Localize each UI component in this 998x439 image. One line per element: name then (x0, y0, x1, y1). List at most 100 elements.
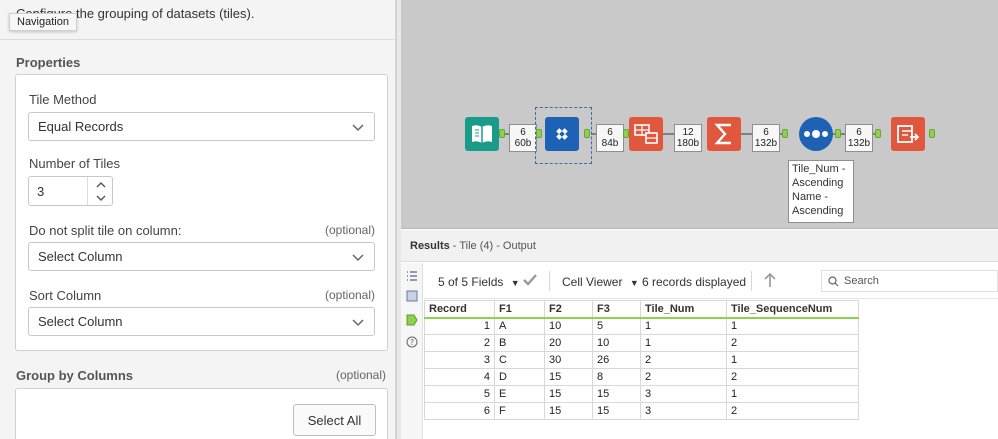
navigation-tooltip: Navigation (9, 13, 77, 31)
data-tag-icon[interactable] (406, 314, 418, 326)
table-view-icon[interactable] (406, 290, 418, 302)
chevron-down-icon (352, 124, 364, 132)
table-row[interactable]: 3 C 30 26 2 1 (424, 351, 859, 369)
badge-count: 6 (856, 127, 862, 138)
workflow-canvas[interactable]: 6 60b 6 84b 12 180b 6 132b 6 132b Tile_N… (401, 0, 998, 229)
column-header[interactable]: Tile_SequenceNum (726, 300, 859, 319)
results-subtitle: - Tile (4) - Output (449, 240, 536, 252)
output-anchor[interactable] (835, 129, 841, 138)
fields-label: 5 of 5 Fields (438, 275, 504, 289)
table-cell: F (494, 402, 545, 420)
badge-count: 6 (763, 127, 769, 138)
tile-icon (553, 125, 571, 143)
output-anchor[interactable] (929, 129, 935, 138)
table-row[interactable]: 2 B 20 10 1 2 (424, 334, 859, 352)
input-data-tool[interactable] (465, 117, 499, 151)
number-of-tiles-label: Number of Tiles (29, 156, 121, 171)
badge-count: 6 (520, 127, 526, 138)
table-cell: 2 (726, 368, 859, 386)
annotation-line: Tile_Num - (792, 163, 846, 175)
number-of-tiles-stepper[interactable]: 3 (28, 176, 113, 206)
table-cell: 4 (424, 368, 495, 386)
table-cell: 10 (592, 334, 641, 352)
summarize-tool[interactable] (707, 117, 741, 151)
column-header[interactable]: Tile_Num (640, 300, 727, 319)
badge-size: 60b (514, 138, 532, 149)
cell-viewer-dropdown[interactable]: Cell Viewer ▼ (562, 275, 639, 289)
output-anchor[interactable] (584, 129, 590, 138)
table-cell: C (494, 351, 545, 369)
fields-dropdown[interactable]: 5 of 5 Fields ▼ (438, 275, 520, 289)
input-anchor[interactable] (875, 129, 881, 138)
record-count-badge: 6 84b (596, 124, 624, 152)
table-row[interactable]: 1 A 10 5 1 1 (424, 317, 859, 335)
scroll-to-top-icon[interactable] (763, 272, 777, 291)
table-cell: 5 (592, 317, 641, 335)
search-placeholder: Search (844, 275, 879, 287)
results-toolbar: 5 of 5 Fields ▼ Cell Viewer ▼ 6 records … (424, 263, 998, 299)
output-icon (897, 125, 920, 143)
tile-method-select[interactable]: Equal Records (28, 112, 375, 141)
badge-size: 84b (601, 138, 619, 149)
table-cell: 6 (424, 402, 495, 420)
sort-annotation: Tile_Num - Ascending Name - Ascending (788, 160, 854, 223)
badge-size: 132b (754, 138, 778, 149)
search-icon (828, 276, 839, 287)
select-all-button[interactable]: Select All (293, 404, 376, 436)
table-row[interactable]: 4 D 15 8 2 2 (424, 368, 859, 386)
record-count-badge: 6 132b (845, 124, 873, 152)
table-cell: 26 (592, 351, 641, 369)
input-anchor[interactable] (782, 129, 788, 138)
table-row[interactable]: 5 E 15 15 3 1 (424, 385, 859, 403)
results-panel: Results - Tile (4) - Output ? 5 of 5 Fie… (401, 230, 998, 439)
table-cell: B (494, 334, 545, 352)
group-by-optional: (optional) (335, 368, 386, 382)
summarize-icon (714, 123, 731, 145)
sort-column-label: Sort Column (29, 288, 102, 303)
apply-checkmark-icon[interactable] (522, 273, 538, 290)
dropdown-arrow-icon: ▼ (510, 278, 520, 288)
output-tool[interactable] (891, 117, 925, 151)
no-split-label: Do not split tile on column: (29, 223, 182, 238)
transpose-tool[interactable] (629, 117, 663, 151)
sort-column-select[interactable]: Select Column (28, 307, 375, 336)
svg-text:?: ? (410, 338, 414, 347)
results-sidebar: ? (401, 263, 423, 439)
column-header[interactable]: Record (424, 300, 495, 319)
output-anchor[interactable] (499, 129, 505, 138)
annotation-line: Name - (792, 191, 829, 203)
record-count-badge: 6 132b (752, 124, 780, 152)
stepper-buttons (87, 177, 113, 205)
stepper-down-button[interactable] (88, 191, 113, 205)
column-header[interactable]: F3 (592, 300, 641, 319)
tile-tool[interactable] (545, 117, 579, 151)
table-cell: 5 (424, 385, 495, 403)
results-table: Record F1 F2 F3 Tile_Num Tile_SequenceNu… (424, 300, 859, 420)
table-cell: 15 (592, 402, 641, 420)
table-cell: 15 (544, 402, 593, 420)
no-split-select[interactable]: Select Column (28, 242, 375, 271)
dropdown-arrow-icon: ▼ (629, 278, 639, 288)
column-header[interactable]: F1 (494, 300, 545, 319)
table-header-row: Record F1 F2 F3 Tile_Num Tile_SequenceNu… (424, 300, 859, 319)
stepper-up-button[interactable] (88, 177, 113, 191)
properties-box: Tile Method Equal Records Number of Tile… (15, 74, 388, 351)
table-cell: 1 (640, 317, 727, 335)
table-cell: E (494, 385, 545, 403)
help-icon[interactable]: ? (406, 336, 418, 348)
chevron-down-icon (96, 195, 105, 201)
sort-tool[interactable] (799, 117, 833, 151)
tile-method-value: Equal Records (38, 119, 124, 134)
input-anchor[interactable] (536, 129, 542, 138)
column-header[interactable]: F2 (544, 300, 593, 319)
search-input[interactable]: Search (821, 270, 998, 292)
list-view-icon[interactable] (406, 270, 418, 282)
tile-method-label: Tile Method (29, 92, 97, 107)
sort-column-value: Select Column (38, 314, 123, 329)
annotation-line: Ascending (792, 205, 844, 217)
transpose-icon (634, 124, 658, 144)
table-row[interactable]: 6 F 15 15 3 2 (424, 402, 859, 420)
table-cell: 15 (544, 368, 593, 386)
configuration-panel: Configure the grouping of datasets (tile… (0, 0, 396, 439)
table-cell: D (494, 368, 545, 386)
